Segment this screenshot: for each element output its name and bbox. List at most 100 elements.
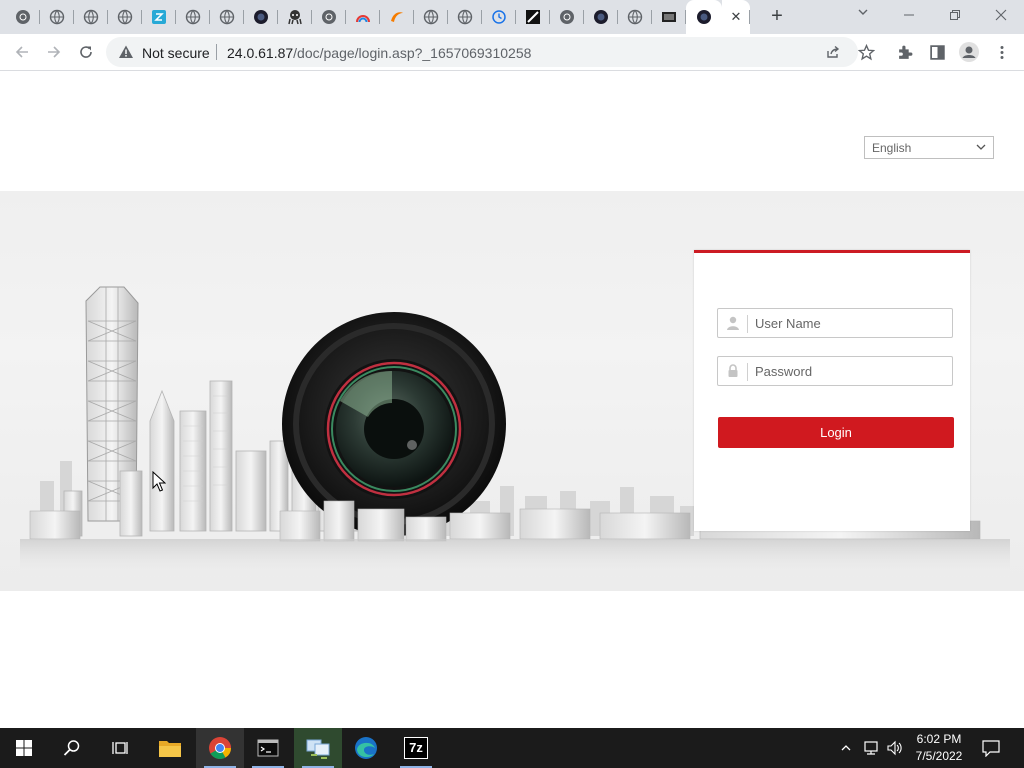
tab[interactable] bbox=[210, 0, 244, 34]
tab[interactable] bbox=[448, 0, 482, 34]
clock-date: 7/5/2022 bbox=[915, 749, 963, 763]
minimize-icon bbox=[904, 14, 914, 16]
back-button[interactable] bbox=[10, 40, 34, 64]
language-select[interactable]: English bbox=[864, 136, 994, 159]
chrome-taskbar-button[interactable] bbox=[196, 728, 244, 768]
bookmark-star-icon[interactable] bbox=[858, 44, 875, 61]
chrome-icon bbox=[16, 10, 30, 24]
tab-list: ✕ bbox=[6, 0, 750, 34]
task-view-icon bbox=[112, 742, 128, 754]
7zip-icon: 7z bbox=[404, 737, 428, 759]
tab[interactable] bbox=[584, 0, 618, 34]
globe-icon bbox=[49, 9, 65, 25]
url-path: /doc/page/login.asp?_1657069310258 bbox=[293, 45, 532, 61]
tab[interactable] bbox=[176, 0, 210, 34]
network-icon[interactable] bbox=[862, 740, 880, 756]
field-divider bbox=[747, 315, 748, 333]
tab[interactable] bbox=[142, 0, 176, 34]
7zip-taskbar-button[interactable]: 7z bbox=[392, 728, 440, 768]
reload-button[interactable] bbox=[74, 40, 98, 64]
omnibox[interactable]: Not secure 24.0.61.87/doc/page/login.asp… bbox=[106, 37, 858, 67]
notification-icon[interactable] bbox=[982, 740, 1000, 757]
camera-dark-icon bbox=[697, 10, 711, 24]
tab[interactable] bbox=[550, 0, 584, 34]
restore-icon bbox=[950, 10, 960, 20]
login-panel: Login bbox=[694, 250, 970, 531]
tab-strip: ✕ + bbox=[0, 0, 1024, 34]
tab[interactable] bbox=[40, 0, 74, 34]
close-icon: ✕ bbox=[730, 9, 742, 24]
volume-icon[interactable] bbox=[886, 740, 904, 756]
username-input[interactable] bbox=[755, 312, 945, 334]
teal-app-icon bbox=[152, 10, 166, 24]
search-button[interactable] bbox=[48, 728, 96, 768]
remote-desktop-taskbar-button[interactable] bbox=[294, 728, 342, 768]
edge-icon bbox=[355, 737, 377, 759]
tab[interactable] bbox=[652, 0, 686, 34]
page-content: English User Name Login bbox=[0, 71, 1024, 728]
terminal-taskbar-button[interactable] bbox=[244, 728, 292, 768]
tab[interactable] bbox=[108, 0, 142, 34]
globe-icon bbox=[83, 9, 99, 25]
edge-taskbar-button[interactable] bbox=[342, 728, 390, 768]
password-input[interactable] bbox=[755, 360, 945, 382]
task-view-button[interactable] bbox=[96, 728, 144, 768]
tab[interactable] bbox=[516, 0, 550, 34]
omnibox-divider bbox=[216, 44, 217, 60]
arrow-left-icon bbox=[15, 46, 28, 58]
chevron-down-icon bbox=[858, 9, 868, 15]
tab[interactable] bbox=[74, 0, 108, 34]
warning-icon bbox=[119, 45, 133, 58]
tab[interactable] bbox=[244, 0, 278, 34]
rainbow-icon bbox=[356, 15, 370, 23]
tab[interactable] bbox=[6, 0, 40, 34]
tab[interactable] bbox=[312, 0, 346, 34]
restore-button[interactable] bbox=[932, 0, 978, 30]
file-explorer-button[interactable] bbox=[146, 728, 194, 768]
login-banner: Login bbox=[0, 191, 1024, 591]
url-text[interactable]: 24.0.61.87/doc/page/login.asp?_165706931… bbox=[227, 45, 531, 61]
arrow-right-icon bbox=[48, 46, 61, 58]
tab[interactable] bbox=[278, 0, 312, 34]
globe-icon bbox=[117, 9, 133, 25]
folder-icon bbox=[159, 741, 181, 757]
kebab-menu-icon[interactable] bbox=[995, 44, 1009, 61]
system-clock[interactable]: 6:02 PM 7/5/2022 bbox=[904, 731, 974, 765]
chevron-down-icon bbox=[976, 144, 986, 150]
tab-active[interactable] bbox=[686, 0, 722, 34]
side-panel-icon[interactable] bbox=[929, 44, 946, 61]
login-button[interactable]: Login bbox=[718, 417, 954, 448]
minimize-button[interactable] bbox=[886, 0, 932, 30]
forward-button[interactable] bbox=[42, 40, 66, 64]
password-field[interactable] bbox=[717, 356, 953, 386]
black-square-icon bbox=[526, 10, 540, 24]
tab[interactable] bbox=[482, 0, 516, 34]
security-label[interactable]: Not secure bbox=[142, 45, 210, 61]
chevron-up-icon[interactable] bbox=[840, 742, 852, 754]
tab-search-button[interactable] bbox=[850, 6, 876, 28]
new-tab-button[interactable]: + bbox=[764, 5, 790, 29]
windows-taskbar: 7z 6:02 PM 7/5/2022 bbox=[0, 728, 1024, 768]
close-window-button[interactable] bbox=[978, 0, 1024, 30]
octopus-icon bbox=[288, 10, 302, 25]
close-tab-button[interactable]: ✕ bbox=[722, 0, 750, 34]
orange-swoosh-icon bbox=[391, 12, 403, 22]
globe-icon bbox=[185, 9, 201, 25]
tab[interactable] bbox=[414, 0, 448, 34]
username-field[interactable] bbox=[717, 308, 953, 338]
close-icon bbox=[995, 9, 1007, 21]
chrome-icon bbox=[560, 10, 574, 24]
tab[interactable] bbox=[618, 0, 652, 34]
extensions-icon[interactable] bbox=[897, 44, 914, 61]
profile-avatar-icon[interactable] bbox=[959, 42, 979, 62]
field-divider bbox=[747, 363, 748, 381]
clock-time: 6:02 PM bbox=[916, 732, 962, 746]
start-button[interactable] bbox=[0, 728, 48, 768]
lock-icon bbox=[728, 364, 738, 377]
film-icon bbox=[662, 12, 676, 22]
tab[interactable] bbox=[380, 0, 414, 34]
share-icon[interactable] bbox=[825, 44, 841, 60]
tab[interactable] bbox=[346, 0, 380, 34]
mouse-cursor-icon bbox=[152, 471, 166, 492]
language-value: English bbox=[872, 141, 912, 155]
